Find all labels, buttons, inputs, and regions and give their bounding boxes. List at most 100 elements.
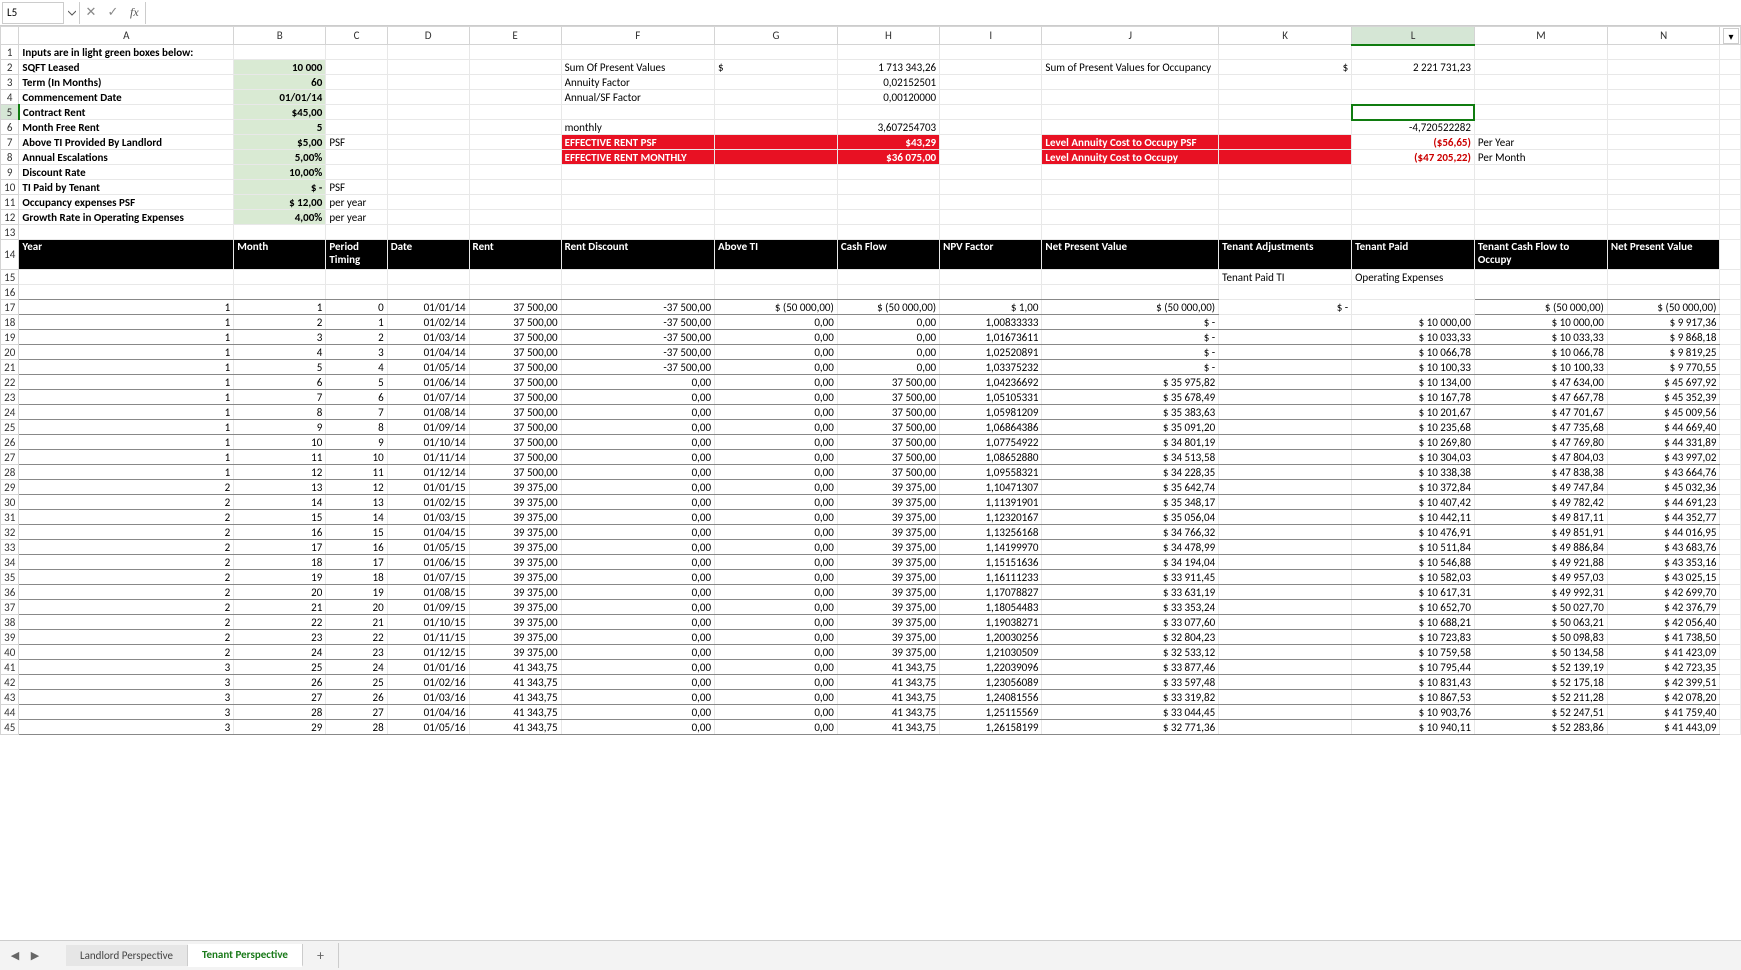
cell[interactable]: 17 xyxy=(326,555,387,570)
cell[interactable]: 4 xyxy=(234,345,326,360)
cell[interactable]: $ 34 194,04 xyxy=(1042,555,1219,570)
cell[interactable]: $ 35 642,74 xyxy=(1042,480,1219,495)
cell[interactable] xyxy=(1720,390,1741,405)
cell[interactable]: $ 10 940,11 xyxy=(1352,720,1475,735)
cell[interactable]: $ 10 617,31 xyxy=(1352,585,1475,600)
cell[interactable]: 5 xyxy=(326,375,387,390)
col-header-J[interactable]: J xyxy=(1042,27,1219,45)
cell[interactable]: 37 500,00 xyxy=(469,465,561,480)
cancel-icon[interactable]: ✕ xyxy=(80,2,102,24)
cell[interactable]: 10 xyxy=(234,435,326,450)
cell[interactable]: $ 12,00 xyxy=(234,195,326,210)
cell[interactable] xyxy=(940,165,1042,180)
cell[interactable]: 0,00 xyxy=(715,390,838,405)
cell[interactable] xyxy=(1720,525,1741,540)
name-box[interactable]: L5 xyxy=(2,2,64,24)
cell[interactable]: 1,05981209 xyxy=(940,405,1042,420)
cell[interactable] xyxy=(837,270,939,285)
row-header-33[interactable]: 33 xyxy=(1,540,19,555)
cell[interactable]: 1,04236692 xyxy=(940,375,1042,390)
cell[interactable] xyxy=(561,285,714,300)
cell[interactable] xyxy=(837,195,939,210)
cell[interactable] xyxy=(1720,615,1741,630)
cell[interactable] xyxy=(715,180,838,195)
cell[interactable]: 01/01/14 xyxy=(234,90,326,105)
cell[interactable]: $ 10 442,11 xyxy=(1352,510,1475,525)
cell[interactable]: $ 9 819,25 xyxy=(1607,345,1720,360)
cell[interactable]: $ 10 511,84 xyxy=(1352,540,1475,555)
cell[interactable]: 2 xyxy=(19,495,234,510)
cell[interactable] xyxy=(1474,210,1607,225)
cell[interactable]: 1 xyxy=(19,375,234,390)
cell[interactable] xyxy=(469,120,561,135)
cell[interactable]: 37 500,00 xyxy=(469,300,561,315)
cell[interactable]: 39 375,00 xyxy=(469,615,561,630)
cell[interactable]: 3,607254703 xyxy=(837,120,939,135)
cell[interactable]: $ - xyxy=(1219,300,1352,315)
row-header-24[interactable]: 24 xyxy=(1,405,19,420)
cell[interactable] xyxy=(469,90,561,105)
cell[interactable] xyxy=(1720,645,1741,660)
cell[interactable]: 01/01/15 xyxy=(387,480,469,495)
cell[interactable]: 1 xyxy=(234,300,326,315)
cell[interactable]: 39 375,00 xyxy=(469,540,561,555)
col-header-I[interactable]: I xyxy=(940,27,1042,45)
cell[interactable] xyxy=(469,210,561,225)
cell[interactable] xyxy=(387,75,469,90)
cell[interactable]: 01/08/15 xyxy=(387,585,469,600)
cell[interactable] xyxy=(715,150,838,165)
row-header-21[interactable]: 21 xyxy=(1,360,19,375)
cell[interactable] xyxy=(1474,195,1607,210)
row-header-1[interactable]: 1 xyxy=(1,45,19,60)
cell[interactable] xyxy=(1352,195,1475,210)
cell[interactable]: $ 47 735,68 xyxy=(1474,420,1607,435)
cell[interactable]: 41 343,75 xyxy=(837,690,939,705)
cell[interactable]: 41 343,75 xyxy=(469,720,561,735)
cell[interactable]: $ 10 033,33 xyxy=(1352,330,1475,345)
cell[interactable]: SQFT Leased xyxy=(19,60,234,75)
cell[interactable]: -37 500,00 xyxy=(561,360,714,375)
cell[interactable] xyxy=(387,180,469,195)
cell[interactable] xyxy=(1219,480,1352,495)
cell[interactable]: 41 343,75 xyxy=(837,675,939,690)
cell[interactable]: 01/11/15 xyxy=(387,630,469,645)
cell[interactable]: 0,00 xyxy=(715,405,838,420)
cell[interactable]: Growth Rate in Operating Expenses xyxy=(19,210,234,225)
cell[interactable] xyxy=(940,270,1042,285)
cell[interactable]: 19 xyxy=(326,585,387,600)
cell[interactable] xyxy=(1720,240,1741,270)
cell[interactable]: 01/07/15 xyxy=(387,570,469,585)
cell[interactable] xyxy=(1720,270,1741,285)
cell[interactable] xyxy=(1607,165,1720,180)
cell[interactable] xyxy=(387,270,469,285)
cell[interactable]: Month Free Rent xyxy=(19,120,234,135)
cell[interactable]: 1,22039096 xyxy=(940,660,1042,675)
cell[interactable]: 1 xyxy=(19,330,234,345)
row-header-32[interactable]: 32 xyxy=(1,525,19,540)
cell[interactable] xyxy=(1720,165,1741,180)
row-header-6[interactable]: 6 xyxy=(1,120,19,135)
col-header-F[interactable]: F xyxy=(561,27,714,45)
tab-tenant[interactable]: Tenant Perspective xyxy=(188,944,303,967)
cell[interactable]: 01/04/16 xyxy=(387,705,469,720)
cell[interactable] xyxy=(940,105,1042,120)
cell[interactable] xyxy=(1219,525,1352,540)
cell[interactable]: -37 500,00 xyxy=(561,330,714,345)
cell[interactable]: 0,00 xyxy=(561,600,714,615)
cell[interactable] xyxy=(1720,480,1741,495)
cell[interactable]: Operating Expenses xyxy=(1352,270,1475,285)
cell[interactable]: 1,26158199 xyxy=(940,720,1042,735)
cell[interactable]: 12 xyxy=(234,465,326,480)
cell[interactable]: 2 xyxy=(234,315,326,330)
cell[interactable] xyxy=(1720,690,1741,705)
row-header-28[interactable]: 28 xyxy=(1,465,19,480)
cell[interactable] xyxy=(561,225,714,240)
cell[interactable]: 18 xyxy=(234,555,326,570)
cell[interactable]: 13 xyxy=(326,495,387,510)
cell[interactable]: 37 500,00 xyxy=(469,360,561,375)
cell[interactable] xyxy=(1352,75,1475,90)
cell[interactable] xyxy=(561,45,714,60)
cell[interactable]: Level Annuity Cost to Occupy PSF xyxy=(1042,135,1219,150)
cell[interactable]: 0,00 xyxy=(837,330,939,345)
cell[interactable]: 7 xyxy=(326,405,387,420)
